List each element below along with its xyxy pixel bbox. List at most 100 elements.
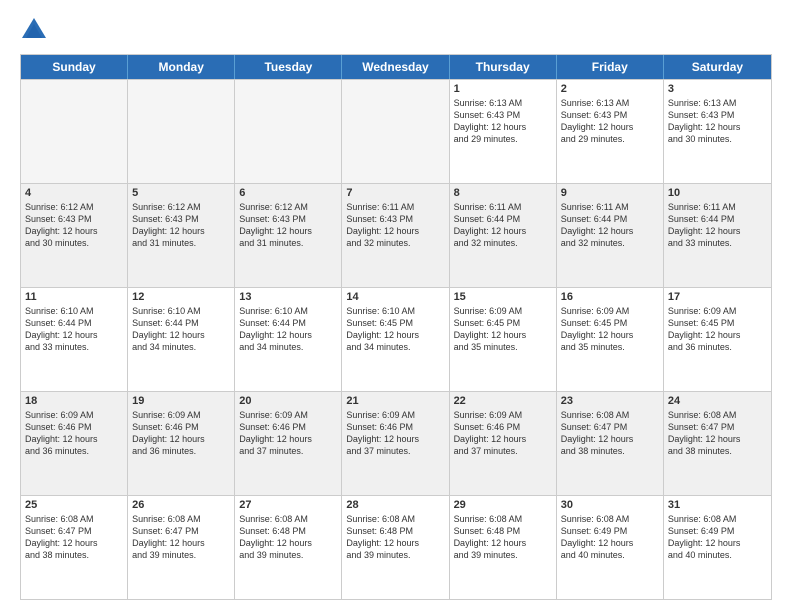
day-number: 7 <box>346 187 444 199</box>
calendar-cell: 31 Sunrise: 6:08 AM Sunset: 6:49 PM Dayli… <box>664 496 771 599</box>
cell-info: Sunrise: 6:09 AM Sunset: 6:46 PM Dayligh… <box>239 409 337 458</box>
cell-info: Sunrise: 6:09 AM Sunset: 6:45 PM Dayligh… <box>561 305 659 354</box>
day-number: 25 <box>25 499 123 511</box>
day-number: 19 <box>132 395 230 407</box>
day-number: 28 <box>346 499 444 511</box>
day-number: 16 <box>561 291 659 303</box>
calendar-cell: 18 Sunrise: 6:09 AM Sunset: 6:46 PM Dayli… <box>21 392 128 495</box>
header-day-saturday: Saturday <box>664 55 771 79</box>
cell-info: Sunrise: 6:08 AM Sunset: 6:49 PM Dayligh… <box>561 513 659 562</box>
header-day-monday: Monday <box>128 55 235 79</box>
day-number: 23 <box>561 395 659 407</box>
calendar-cell: 19 Sunrise: 6:09 AM Sunset: 6:46 PM Dayli… <box>128 392 235 495</box>
cell-info: Sunrise: 6:10 AM Sunset: 6:44 PM Dayligh… <box>25 305 123 354</box>
calendar-cell: 10 Sunrise: 6:11 AM Sunset: 6:44 PM Dayli… <box>664 184 771 287</box>
day-number: 4 <box>25 187 123 199</box>
logo-icon <box>20 16 48 44</box>
calendar-body: 1 Sunrise: 6:13 AM Sunset: 6:43 PM Daylig… <box>21 79 771 599</box>
calendar-cell: 21 Sunrise: 6:09 AM Sunset: 6:46 PM Dayli… <box>342 392 449 495</box>
page: SundayMondayTuesdayWednesdayThursdayFrid… <box>0 0 792 612</box>
cell-info: Sunrise: 6:10 AM Sunset: 6:44 PM Dayligh… <box>239 305 337 354</box>
calendar-cell: 12Sunrise: 6:10 AM Sunset: 6:44 PM Dayli… <box>128 288 235 391</box>
calendar-cell <box>342 80 449 183</box>
cell-info: Sunrise: 6:09 AM Sunset: 6:45 PM Dayligh… <box>668 305 767 354</box>
cell-info: Sunrise: 6:08 AM Sunset: 6:47 PM Dayligh… <box>668 409 767 458</box>
header-day-sunday: Sunday <box>21 55 128 79</box>
header-day-tuesday: Tuesday <box>235 55 342 79</box>
calendar-cell <box>21 80 128 183</box>
cell-info: Sunrise: 6:12 AM Sunset: 6:43 PM Dayligh… <box>25 201 123 250</box>
calendar-cell: 16 Sunrise: 6:09 AM Sunset: 6:45 PM Dayli… <box>557 288 664 391</box>
cell-info: Sunrise: 6:09 AM Sunset: 6:46 PM Dayligh… <box>132 409 230 458</box>
day-number: 30 <box>561 499 659 511</box>
day-number: 6 <box>239 187 337 199</box>
day-number: 31 <box>668 499 767 511</box>
day-number: 8 <box>454 187 552 199</box>
cell-info: Sunrise: 6:11 AM Sunset: 6:43 PM Dayligh… <box>346 201 444 250</box>
cell-info: Sunrise: 6:09 AM Sunset: 6:46 PM Dayligh… <box>346 409 444 458</box>
calendar-cell: 7 Sunrise: 6:11 AM Sunset: 6:43 PM Daylig… <box>342 184 449 287</box>
calendar-cell: 2 Sunrise: 6:13 AM Sunset: 6:43 PM Daylig… <box>557 80 664 183</box>
day-number: 21 <box>346 395 444 407</box>
header-day-thursday: Thursday <box>450 55 557 79</box>
calendar-row-4: 25 Sunrise: 6:08 AM Sunset: 6:47 PM Dayli… <box>21 495 771 599</box>
day-number: 9 <box>561 187 659 199</box>
cell-info: Sunrise: 6:10 AM Sunset: 6:44 PM Dayligh… <box>132 305 230 354</box>
calendar-cell: 14 Sunrise: 6:10 AM Sunset: 6:45 PM Dayli… <box>342 288 449 391</box>
calendar-cell: 20Sunrise: 6:09 AM Sunset: 6:46 PM Dayli… <box>235 392 342 495</box>
calendar-cell: 29 Sunrise: 6:08 AM Sunset: 6:48 PM Dayli… <box>450 496 557 599</box>
calendar-cell: 6Sunrise: 6:12 AM Sunset: 6:43 PM Daylig… <box>235 184 342 287</box>
day-number: 2 <box>561 83 659 95</box>
calendar-cell: 23 Sunrise: 6:08 AM Sunset: 6:47 PM Dayli… <box>557 392 664 495</box>
calendar-cell <box>235 80 342 183</box>
header-day-wednesday: Wednesday <box>342 55 449 79</box>
day-number: 15 <box>454 291 552 303</box>
day-number: 1 <box>454 83 552 95</box>
calendar-cell: 30 Sunrise: 6:08 AM Sunset: 6:49 PM Dayli… <box>557 496 664 599</box>
cell-info: Sunrise: 6:08 AM Sunset: 6:47 PM Dayligh… <box>132 513 230 562</box>
cell-info: Sunrise: 6:09 AM Sunset: 6:46 PM Dayligh… <box>25 409 123 458</box>
cell-info: Sunrise: 6:08 AM Sunset: 6:49 PM Dayligh… <box>668 513 767 562</box>
day-number: 26 <box>132 499 230 511</box>
calendar-row-0: 1 Sunrise: 6:13 AM Sunset: 6:43 PM Daylig… <box>21 79 771 183</box>
calendar-cell: 4 Sunrise: 6:12 AM Sunset: 6:43 PM Daylig… <box>21 184 128 287</box>
calendar-cell: 5Sunrise: 6:12 AM Sunset: 6:43 PM Daylig… <box>128 184 235 287</box>
calendar-row-1: 4 Sunrise: 6:12 AM Sunset: 6:43 PM Daylig… <box>21 183 771 287</box>
day-number: 10 <box>668 187 767 199</box>
calendar-cell: 11Sunrise: 6:10 AM Sunset: 6:44 PM Dayli… <box>21 288 128 391</box>
cell-info: Sunrise: 6:08 AM Sunset: 6:48 PM Dayligh… <box>239 513 337 562</box>
day-number: 17 <box>668 291 767 303</box>
cell-info: Sunrise: 6:10 AM Sunset: 6:45 PM Dayligh… <box>346 305 444 354</box>
calendar-row-3: 18 Sunrise: 6:09 AM Sunset: 6:46 PM Dayli… <box>21 391 771 495</box>
calendar-header: SundayMondayTuesdayWednesdayThursdayFrid… <box>21 55 771 79</box>
cell-info: Sunrise: 6:13 AM Sunset: 6:43 PM Dayligh… <box>454 97 552 146</box>
calendar-cell: 28 Sunrise: 6:08 AM Sunset: 6:48 PM Dayli… <box>342 496 449 599</box>
calendar-cell: 9 Sunrise: 6:11 AM Sunset: 6:44 PM Daylig… <box>557 184 664 287</box>
cell-info: Sunrise: 6:08 AM Sunset: 6:47 PM Dayligh… <box>561 409 659 458</box>
cell-info: Sunrise: 6:13 AM Sunset: 6:43 PM Dayligh… <box>561 97 659 146</box>
day-number: 3 <box>668 83 767 95</box>
calendar: SundayMondayTuesdayWednesdayThursdayFrid… <box>20 54 772 600</box>
calendar-cell: 17 Sunrise: 6:09 AM Sunset: 6:45 PM Dayli… <box>664 288 771 391</box>
cell-info: Sunrise: 6:11 AM Sunset: 6:44 PM Dayligh… <box>561 201 659 250</box>
calendar-cell: 25Sunrise: 6:08 AM Sunset: 6:47 PM Dayli… <box>21 496 128 599</box>
calendar-cell: 13 Sunrise: 6:10 AM Sunset: 6:44 PM Dayli… <box>235 288 342 391</box>
cell-info: Sunrise: 6:11 AM Sunset: 6:44 PM Dayligh… <box>668 201 767 250</box>
day-number: 29 <box>454 499 552 511</box>
cell-info: Sunrise: 6:09 AM Sunset: 6:45 PM Dayligh… <box>454 305 552 354</box>
day-number: 18 <box>25 395 123 407</box>
header <box>20 16 772 44</box>
calendar-cell: 3 Sunrise: 6:13 AM Sunset: 6:43 PM Daylig… <box>664 80 771 183</box>
calendar-cell: 27 Sunrise: 6:08 AM Sunset: 6:48 PM Dayli… <box>235 496 342 599</box>
logo <box>20 16 52 44</box>
calendar-cell: 8 Sunrise: 6:11 AM Sunset: 6:44 PM Daylig… <box>450 184 557 287</box>
day-number: 27 <box>239 499 337 511</box>
cell-info: Sunrise: 6:09 AM Sunset: 6:46 PM Dayligh… <box>454 409 552 458</box>
cell-info: Sunrise: 6:13 AM Sunset: 6:43 PM Dayligh… <box>668 97 767 146</box>
day-number: 13 <box>239 291 337 303</box>
cell-info: Sunrise: 6:08 AM Sunset: 6:48 PM Dayligh… <box>346 513 444 562</box>
cell-info: Sunrise: 6:11 AM Sunset: 6:44 PM Dayligh… <box>454 201 552 250</box>
cell-info: Sunrise: 6:08 AM Sunset: 6:48 PM Dayligh… <box>454 513 552 562</box>
calendar-cell: 1 Sunrise: 6:13 AM Sunset: 6:43 PM Daylig… <box>450 80 557 183</box>
day-number: 14 <box>346 291 444 303</box>
